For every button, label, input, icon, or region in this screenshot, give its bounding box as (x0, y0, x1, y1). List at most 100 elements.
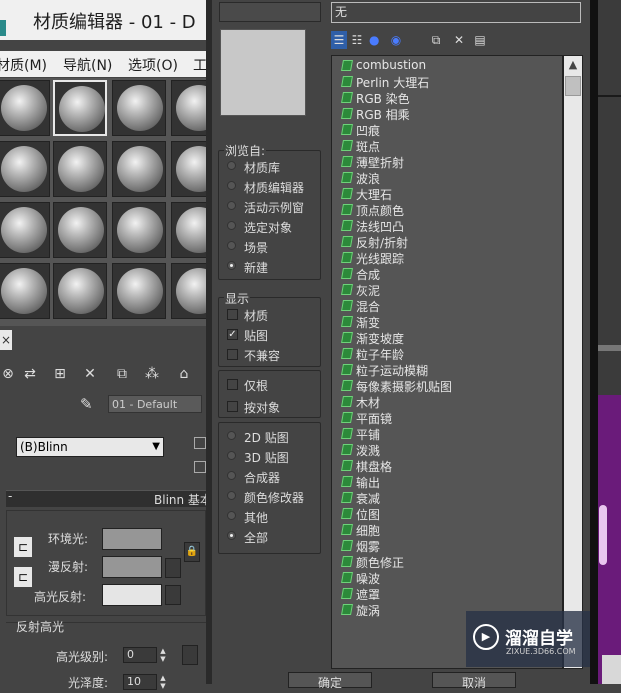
view-small-icons-icon[interactable]: ● (369, 31, 379, 49)
clear-library-icon[interactable]: ▤ (473, 31, 487, 49)
sample-slot[interactable] (112, 263, 166, 319)
map-type-icon (341, 508, 353, 519)
map-list-item-label: 法线凹凸 (356, 220, 405, 234)
map-list-scrollbar[interactable]: ▲ (563, 55, 583, 669)
sample-slot[interactable] (0, 202, 50, 258)
shader-dropdown[interactable]: (B)Blinn ▼ (16, 437, 164, 457)
put-to-library-icon[interactable]: ⌂ (174, 364, 194, 384)
menu-material[interactable]: 材质(M) (0, 55, 47, 75)
sample-slot[interactable] (53, 141, 107, 197)
wire-checkbox[interactable] (194, 437, 206, 449)
play-logo-icon: ▶ (473, 624, 499, 650)
menu-navigation[interactable]: 导航(N) (63, 55, 112, 75)
menu-bar: 材质(M) 导航(N) 选项(O) 工 (0, 51, 210, 77)
map-list-item-label: 粒子运动模糊 (356, 364, 429, 378)
map-list-item-label: 棋盘格 (356, 460, 393, 474)
map-list-item-label: 位图 (356, 508, 381, 522)
map-type-icon (341, 76, 353, 87)
ok-button[interactable]: 确定 (288, 672, 372, 690)
viewport-highlight (599, 505, 607, 565)
specular-level-spinner[interactable]: ▲ ▼ (158, 647, 168, 663)
lock-diffuse-specular-button[interactable]: ⊏ (14, 567, 32, 587)
close-icon[interactable]: × (0, 330, 12, 350)
map-list-item-label: 波浪 (356, 172, 381, 186)
sample-slot[interactable] (112, 141, 166, 197)
browser-search-field[interactable]: 无 (331, 2, 581, 23)
specular-level-map-button[interactable] (182, 645, 198, 665)
blinn-rollout-title: Blinn 基本 (154, 493, 212, 507)
lock-icon[interactable]: 🔒 (184, 542, 200, 562)
map-type-icon (341, 268, 353, 279)
delete-icon[interactable]: ✕ (80, 364, 100, 384)
map-list-item-label: 斑点 (356, 140, 381, 154)
diffuse-map-button[interactable] (165, 558, 181, 578)
map-type-icon (341, 300, 353, 311)
glossiness-field[interactable]: 10 (123, 674, 157, 690)
window-title: 材质编辑器 - 01 - D (33, 12, 196, 33)
specular-label: 高光反射: (34, 590, 87, 604)
ambient-label: 环境光: (48, 532, 89, 546)
map-list-item-label: 平铺 (356, 428, 381, 442)
map-list-item-label: Perlin 大理石 (356, 76, 430, 90)
sample-slot[interactable] (53, 263, 107, 319)
specular-color-swatch[interactable] (102, 584, 162, 606)
face-map-checkbox[interactable] (194, 461, 206, 473)
update-scene-materials-icon[interactable]: ⧉ (427, 31, 445, 49)
map-type-icon (341, 236, 353, 247)
sample-slot[interactable] (0, 80, 50, 136)
assign-material-icon[interactable]: ⊞ (50, 364, 70, 384)
diffuse-color-swatch[interactable] (102, 556, 162, 578)
eyedropper-icon[interactable]: ✎ (80, 395, 100, 415)
put-to-scene-icon[interactable]: ⇄ (20, 364, 40, 384)
delete-from-library-icon[interactable]: ✕ (451, 31, 467, 49)
specular-level-label: 高光级别: (56, 650, 109, 664)
glossiness-spinner[interactable]: ▲ ▼ (158, 674, 168, 690)
material-name-field[interactable]: 01 - Default (108, 395, 202, 413)
dialog-border (590, 0, 598, 684)
glossiness-label: 光泽度: (68, 676, 109, 690)
list-view-toolbar: ☰ ☷ ● ◉ ⧉ ✕ ▤ (331, 29, 581, 51)
cancel-button[interactable]: 取消 (432, 672, 516, 690)
sample-slot[interactable] (112, 202, 166, 258)
chevron-down-icon: ▼ (152, 441, 160, 452)
view-large-icons-icon[interactable]: ◉ (389, 31, 403, 49)
lock-ambient-diffuse-button[interactable]: ⊏ (14, 537, 32, 557)
sample-slot[interactable] (0, 263, 50, 319)
get-material-icon[interactable]: ⊗ (0, 364, 18, 384)
specular-level-field[interactable]: 0 (123, 647, 157, 663)
browser-name-field[interactable] (219, 2, 321, 22)
map-list-item-label: 平面镜 (356, 412, 393, 426)
map-type-icon (341, 588, 353, 599)
view-list-icons-icon[interactable]: ☷ (349, 31, 365, 49)
map-list-item-label: 凹痕 (356, 124, 381, 138)
map-type-icon (341, 572, 353, 583)
sample-slot[interactable] (112, 80, 166, 136)
specular-map-button[interactable] (165, 585, 181, 605)
map-list-item-label: 木材 (356, 396, 381, 410)
map-type-icon (341, 60, 353, 71)
map-type-icon (341, 556, 353, 567)
sample-slot[interactable] (53, 202, 107, 258)
viewport-object-light (602, 655, 621, 684)
rollout-collapse-toggle[interactable]: - (8, 489, 12, 503)
map-list-item-label: 光线跟踪 (356, 252, 405, 266)
scrollbar-thumb[interactable] (565, 76, 581, 96)
sample-slot-active[interactable] (53, 80, 107, 136)
view-list-icon[interactable]: ☰ (331, 31, 347, 49)
copy-material-icon[interactable]: ⧉ (112, 364, 132, 384)
browse-from-title: 浏览自: (224, 142, 267, 159)
map-list-item-label: 旋涡 (356, 604, 381, 618)
scroll-up-icon[interactable]: ▲ (564, 56, 582, 74)
menu-utilities[interactable]: 工 (193, 55, 207, 75)
map-type-icon (341, 364, 353, 375)
make-unique-icon[interactable]: ⁂ (142, 364, 162, 384)
map-type-icon (341, 460, 353, 471)
map-type-icon (341, 188, 353, 199)
menu-options[interactable]: 选项(O) (128, 55, 178, 75)
ambient-color-swatch[interactable] (102, 528, 162, 550)
map-type-icon (341, 220, 353, 231)
map-list-item-label: 遮罩 (356, 588, 381, 602)
map-type-icon (341, 284, 353, 295)
sample-slot[interactable] (0, 141, 50, 197)
map-list[interactable]: combustion Perlin 大理石 RGB 染色 RGB 相乘 凹痕 斑点 薄壁折射… (331, 55, 563, 669)
